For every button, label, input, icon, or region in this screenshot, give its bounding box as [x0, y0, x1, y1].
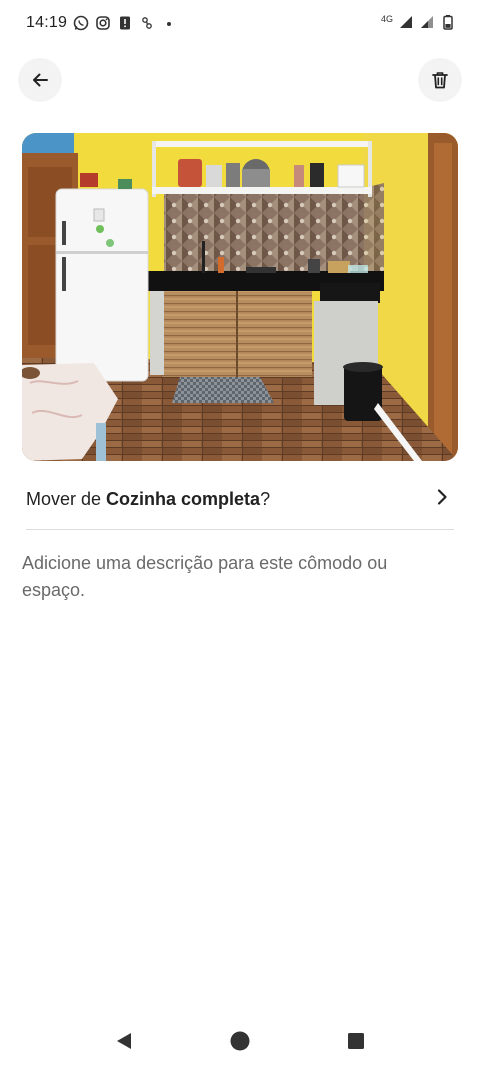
- move-prefix: Mover de: [26, 488, 107, 509]
- trash-icon: [432, 72, 448, 89]
- room-name: Cozinha completa: [106, 488, 261, 509]
- description-field[interactable]: Adicione uma descrição para este cômodo …: [22, 550, 442, 604]
- instagram-icon: [96, 16, 110, 30]
- chevron-right-icon: [437, 489, 447, 505]
- status-time: 14:19: [26, 14, 68, 31]
- arrow-left-icon: [33, 73, 48, 87]
- status-system-icons: 4G: [381, 14, 456, 30]
- move-suffix: ?: [260, 488, 271, 509]
- signal-icon: [400, 16, 412, 28]
- signal-icon: [421, 16, 433, 28]
- alert-icon: [120, 16, 130, 30]
- divider: [26, 529, 454, 530]
- usb-icon: [142, 17, 152, 29]
- move-room-row[interactable]: Mover de Cozinha completa?: [26, 477, 454, 521]
- whatsapp-icon: [73, 15, 89, 31]
- network-type: 4G: [380, 14, 393, 24]
- move-room-label: Mover de Cozinha completa?: [26, 489, 270, 510]
- delete-photo-button[interactable]: [418, 58, 462, 102]
- kitchen-photo-illustration: [22, 133, 458, 461]
- dot-icon: [167, 22, 171, 26]
- nav-recent-square-icon[interactable]: [345, 1030, 367, 1052]
- back-button[interactable]: [18, 58, 62, 102]
- status-notification-icons: [73, 15, 177, 31]
- room-photo: [22, 133, 458, 461]
- nav-back-triangle-icon[interactable]: [113, 1030, 135, 1052]
- system-navigation-bar: [0, 1016, 480, 1066]
- nav-home-circle-icon[interactable]: [229, 1030, 251, 1052]
- status-bar: 14:19 4G: [0, 0, 480, 48]
- battery-icon: [443, 15, 453, 30]
